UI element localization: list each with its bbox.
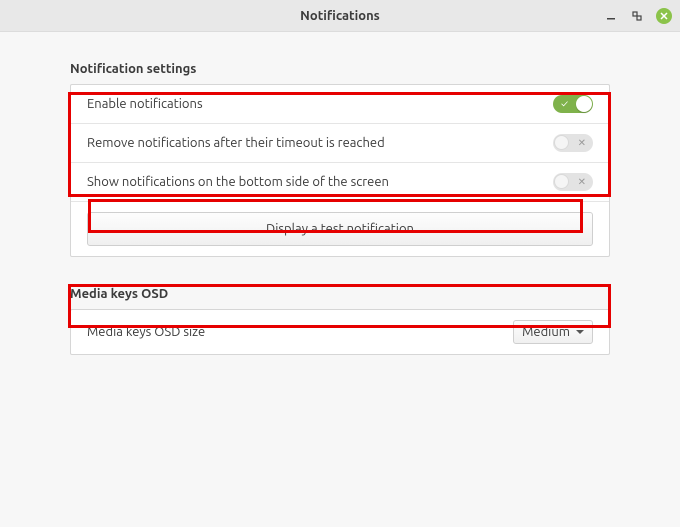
minimize-button[interactable] (604, 9, 618, 23)
test-notification-row: Display a test notification (71, 202, 609, 256)
osd-size-label: Media keys OSD size (87, 325, 205, 339)
cross-icon: ✕ (578, 177, 586, 187)
content-area: Notification settings Enable notificatio… (0, 32, 680, 527)
osd-size-value: Medium (522, 325, 570, 339)
toggle-knob (554, 135, 569, 150)
notification-settings-header: Notification settings (70, 62, 610, 76)
enable-notifications-toggle[interactable]: ✓ (553, 95, 593, 113)
maximize-button[interactable] (630, 9, 644, 23)
remove-after-timeout-label: Remove notifications after their timeout… (87, 136, 385, 150)
row-show-bottom: Show notifications on the bottom side of… (71, 163, 609, 202)
window: Notifications Notification settin (0, 0, 680, 527)
window-title: Notifications (0, 9, 680, 23)
row-enable-notifications: Enable notifications ✓ (71, 85, 609, 124)
show-bottom-toggle[interactable]: ✕ (553, 173, 593, 191)
show-bottom-label: Show notifications on the bottom side of… (87, 175, 389, 189)
titlebar: Notifications (0, 0, 680, 32)
enable-notifications-label: Enable notifications (87, 97, 203, 111)
osd-size-dropdown[interactable]: Medium (513, 320, 593, 344)
cross-icon: ✕ (578, 138, 586, 148)
checkmark-icon: ✓ (561, 99, 568, 109)
row-osd-size: Media keys OSD size Medium (71, 310, 609, 354)
media-keys-osd-header: Media keys OSD (70, 287, 610, 301)
row-remove-after-timeout: Remove notifications after their timeout… (71, 124, 609, 163)
close-button[interactable] (656, 8, 672, 24)
window-controls (604, 0, 672, 31)
media-keys-osd-panel: Media keys OSD size Medium (70, 309, 610, 355)
toggle-knob (554, 174, 569, 189)
chevron-down-icon (576, 330, 584, 334)
display-test-notification-button[interactable]: Display a test notification (87, 212, 593, 246)
remove-after-timeout-toggle[interactable]: ✕ (553, 134, 593, 152)
notification-settings-panel: Enable notifications ✓ Remove notificati… (70, 84, 610, 257)
toggle-knob (576, 96, 592, 112)
